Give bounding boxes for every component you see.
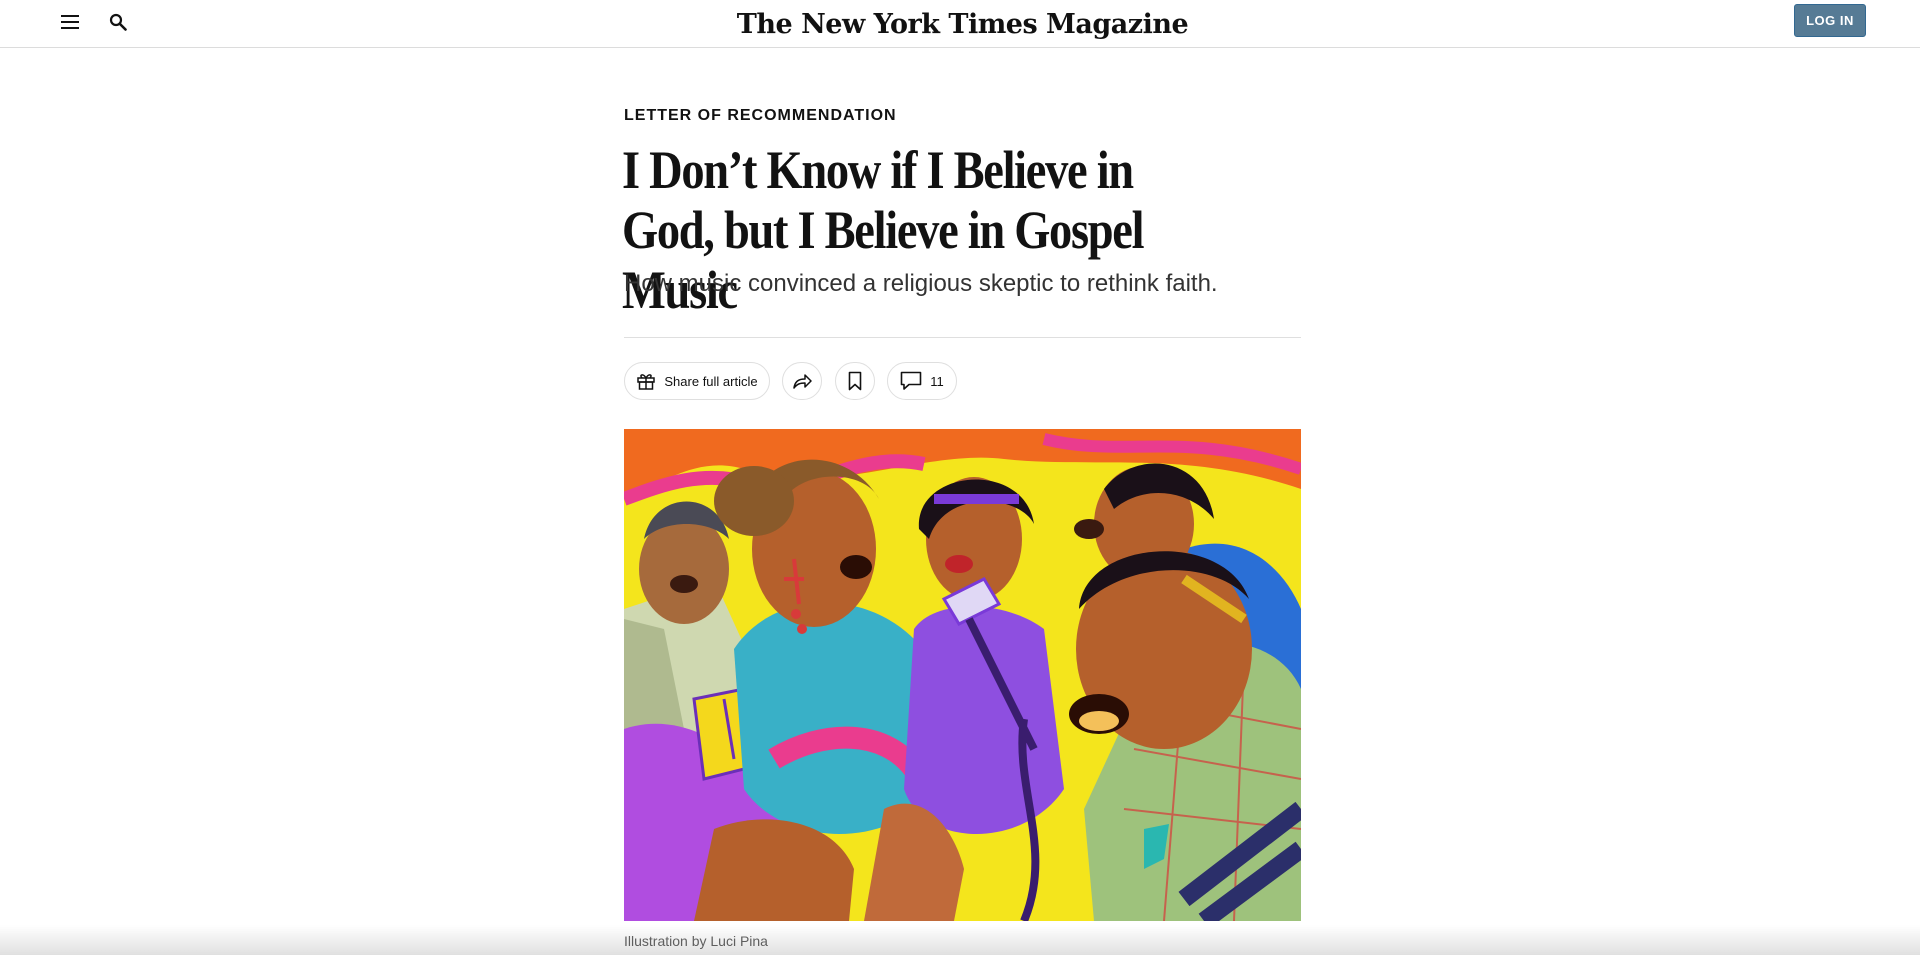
article-summary: How music convinced a religious skeptic …: [624, 270, 1218, 297]
login-button[interactable]: LOG IN: [1794, 4, 1866, 37]
menu-icon: [61, 15, 79, 29]
masthead-logo[interactable]: The New York Times Magazine: [700, 4, 1225, 44]
search-button[interactable]: [106, 10, 130, 34]
image-caption: Illustration by Luci Pina: [624, 933, 768, 949]
search-icon: [109, 13, 127, 31]
article-kicker[interactable]: LETTER OF RECOMMENDATION: [624, 107, 897, 125]
share-button[interactable]: [782, 362, 822, 400]
share-full-article-label: Share full article: [664, 373, 758, 389]
menu-button[interactable]: [58, 10, 82, 34]
hero-illustration[interactable]: [624, 429, 1301, 921]
gift-icon: [637, 374, 656, 390]
comment-bubble-icon: [900, 371, 922, 390]
divider: [624, 337, 1301, 338]
bottom-fade-overlay: [0, 925, 1920, 955]
gospel-singers-illustration: [624, 429, 1301, 921]
comments-button[interactable]: 11: [887, 362, 957, 400]
bookmark-icon: [848, 371, 862, 391]
save-bookmark-button[interactable]: [835, 362, 875, 400]
comment-count: 11: [930, 373, 944, 389]
share-full-article-button[interactable]: Share full article: [624, 362, 770, 400]
top-navigation-bar: The New York Times Magazine LOG IN: [0, 0, 1920, 48]
share-arrow-icon: [793, 374, 812, 389]
